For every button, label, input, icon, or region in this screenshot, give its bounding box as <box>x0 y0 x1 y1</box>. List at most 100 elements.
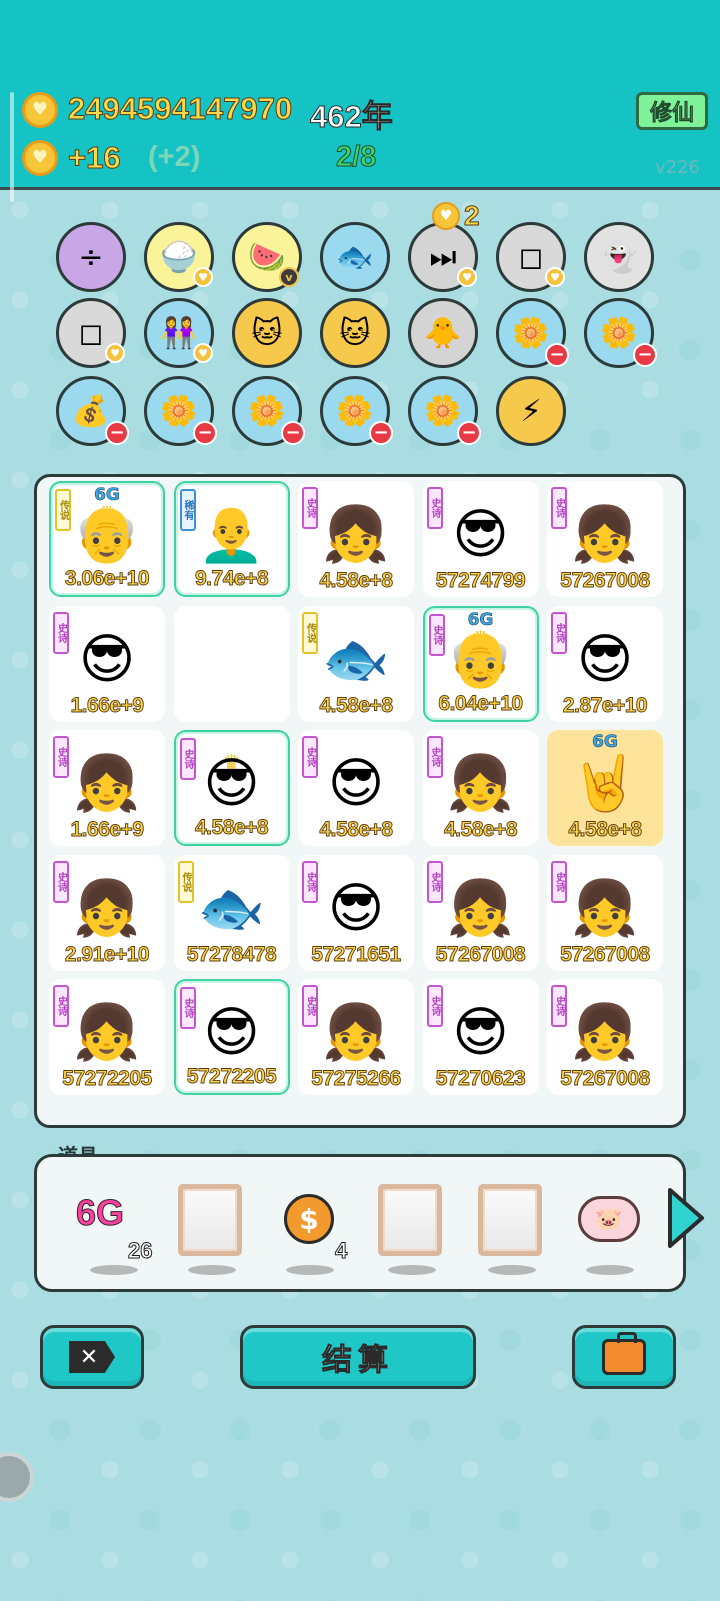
heart-badge-icon: ♥ <box>457 267 477 287</box>
board-cell[interactable]: 史诗 6G ♛ 👴 6.04e+10 <box>422 605 539 722</box>
board-cell[interactable]: 传说 🐟 57278478 <box>173 854 290 971</box>
money-bag-icon[interactable]: 💰 − <box>56 376 129 446</box>
flower-pot-icon[interactable]: 🌼 − <box>408 376 481 446</box>
board-cell[interactable]: 史诗 👧 4.58e+8 <box>422 730 539 846</box>
cell-value: 57267008 <box>560 942 651 966</box>
board-cell[interactable]: 史诗 😎 57274799 <box>422 481 539 597</box>
rarity-tag: 史诗 <box>302 985 318 1027</box>
flower-pot-icon[interactable]: 🌼 − <box>496 298 569 368</box>
green-cap-man-icon: 😎 <box>78 627 136 691</box>
briefcase-button[interactable] <box>572 1325 676 1389</box>
flower-pot-icon[interactable]: 🌼 − <box>320 376 393 446</box>
twins-icon[interactable]: 👭 ♥ <box>144 298 214 368</box>
girl-icon: 👧 <box>446 876 515 940</box>
settle-button[interactable]: 结算 <box>240 1325 476 1389</box>
v-badge-icon: v <box>279 267 299 287</box>
g6-item-icon[interactable]: 6G <box>75 1192 124 1234</box>
cell-value: 57270623 <box>435 1067 526 1091</box>
scroll-indicator <box>10 92 14 202</box>
dollar-coin-icon[interactable]: $ <box>284 1194 334 1244</box>
board-cell[interactable]: 史诗 😎 1.66e+9 <box>49 605 165 722</box>
upgrade-price: ♥ 2 <box>432 200 480 232</box>
fishbowl-icon[interactable]: 🐟 <box>320 222 390 292</box>
item-shadow <box>488 1265 536 1275</box>
cultivate-button[interactable]: 修仙 <box>636 92 708 130</box>
board-cell[interactable]: 史诗 👧 57267008 <box>547 481 663 597</box>
empty-item-slot[interactable] <box>378 1184 442 1256</box>
heart-coin-icon: ♥ <box>22 140 58 176</box>
cell-value: 57267008 <box>560 569 651 593</box>
sugar-cubes-icon[interactable]: ◻ ♥ <box>496 222 566 292</box>
rarity-tag: 史诗 <box>551 611 567 654</box>
board-cell[interactable]: 史诗 😎 4.58e+8 <box>298 730 414 846</box>
cell-value: 4.58e+8 <box>195 816 269 840</box>
rarity-tag: 史诗 <box>426 985 443 1027</box>
fruit-basket-icon[interactable]: 🍉 v <box>232 222 302 292</box>
minus-badge-icon: − <box>369 421 393 445</box>
empty-board-cell[interactable] <box>173 605 290 722</box>
flower-pot-icon[interactable]: 🌼 − <box>584 298 657 368</box>
skip-icon[interactable]: ⏭ ♥ <box>408 222 478 292</box>
coin-item-count: 4 <box>334 1238 348 1264</box>
cell-value: 1.66e+9 <box>70 693 144 717</box>
board-cell[interactable]: 史诗 👧 2.91e+10 <box>49 854 165 971</box>
board-cell[interactable]: 史诗 👧 57272205 <box>49 979 165 1095</box>
green-cap-man-icon: 😎 <box>327 876 385 940</box>
g6-item-count: 26 <box>127 1238 153 1264</box>
income-bonus: (+2) <box>148 141 201 173</box>
board-cell[interactable]: 史诗 😎 57271651 <box>298 854 414 971</box>
old-king-icon: 👴 <box>73 502 141 566</box>
lightning-icon[interactable]: ⚡ <box>496 376 566 446</box>
girl-icon: 👧 <box>446 751 515 815</box>
board-cell[interactable]: 传说 6G ♛ 👴 3.06e+10 <box>49 481 165 597</box>
empty-item-slot[interactable] <box>178 1184 242 1256</box>
board-cell[interactable]: 史诗 😎 2.87e+10 <box>547 605 663 722</box>
board-cell[interactable]: 传说 🐟 4.58e+8 <box>298 605 414 722</box>
board-cell[interactable]: 史诗 😎 57272205 <box>173 979 290 1095</box>
item-shadow <box>586 1265 634 1275</box>
flower-pot-icon[interactable]: 🌼 − <box>232 376 305 446</box>
board-cell[interactable]: 6G 🤘 4.58e+8 <box>547 730 663 846</box>
green-cap-man-icon: 😎 <box>576 627 634 691</box>
board-cell[interactable]: 史诗 👧 57267008 <box>422 854 539 971</box>
girl-icon: 👧 <box>571 876 639 940</box>
flower-pot-icon[interactable]: 🌼 − <box>144 376 217 446</box>
board-cell[interactable]: 史诗 👧 4.58e+8 <box>298 481 414 597</box>
board-cell[interactable]: 史诗 👧 57275266 <box>298 979 414 1095</box>
chick-icon[interactable]: 🐥 <box>408 298 478 368</box>
minus-badge-icon: − <box>545 343 569 367</box>
green-cap-man-icon: 😎 <box>452 502 509 566</box>
green-cap-man-icon: 😎 <box>452 1000 509 1064</box>
heart-badge-icon: ♥ <box>193 267 213 287</box>
cell-value: 57271651 <box>311 942 402 966</box>
cats-icon[interactable]: 🐱 <box>232 298 302 368</box>
minus-badge-icon: − <box>281 421 305 445</box>
ghost-icon[interactable]: 👻 <box>584 222 654 292</box>
green-cap-king-icon: 😎 <box>203 751 260 815</box>
board-cell[interactable]: 史诗 😎 57270623 <box>422 979 539 1095</box>
empty-item-slot[interactable] <box>478 1184 542 1256</box>
board-cell[interactable]: 史诗 👧 57267008 <box>547 979 663 1095</box>
close-button[interactable]: ✕ <box>40 1325 144 1389</box>
board-cell[interactable]: 史诗 👧 57267008 <box>547 854 663 971</box>
coin-total: 2494594147970 <box>67 91 293 127</box>
cell-value: 4.58e+8 <box>444 818 518 842</box>
cats-icon[interactable]: 🐱 <box>320 298 390 368</box>
minus-badge-icon: − <box>457 421 481 445</box>
rice-bowl-icon[interactable]: 🍚 ♥ <box>144 222 214 292</box>
board-cell[interactable]: 史诗 ♛ 😎 4.58e+8 <box>173 730 290 846</box>
koi-fish-icon: 🐟 <box>197 876 266 940</box>
scroll-right-arrow-icon[interactable] <box>666 1186 706 1250</box>
koi-fish-icon: 🐟 <box>322 627 390 691</box>
cell-value: 57272205 <box>62 1067 153 1091</box>
piggy-bank-icon[interactable]: 🐷 <box>578 1196 640 1242</box>
board-cell[interactable]: 史诗 👧 1.66e+9 <box>49 730 165 846</box>
close-icon: ✕ <box>69 1341 115 1373</box>
cell-value: 57272205 <box>186 1065 277 1089</box>
rarity-tag: 史诗 <box>53 736 69 778</box>
board-cell[interactable]: 稀有 👨‍🦲 9.74e+8 <box>173 481 290 597</box>
math-icon[interactable]: ÷ <box>56 222 126 292</box>
heart-coin-icon: ♥ <box>22 92 58 128</box>
sugar-cubes-icon[interactable]: ◻ ♥ <box>56 298 126 368</box>
upgrade-price-value: 2 <box>464 200 481 232</box>
